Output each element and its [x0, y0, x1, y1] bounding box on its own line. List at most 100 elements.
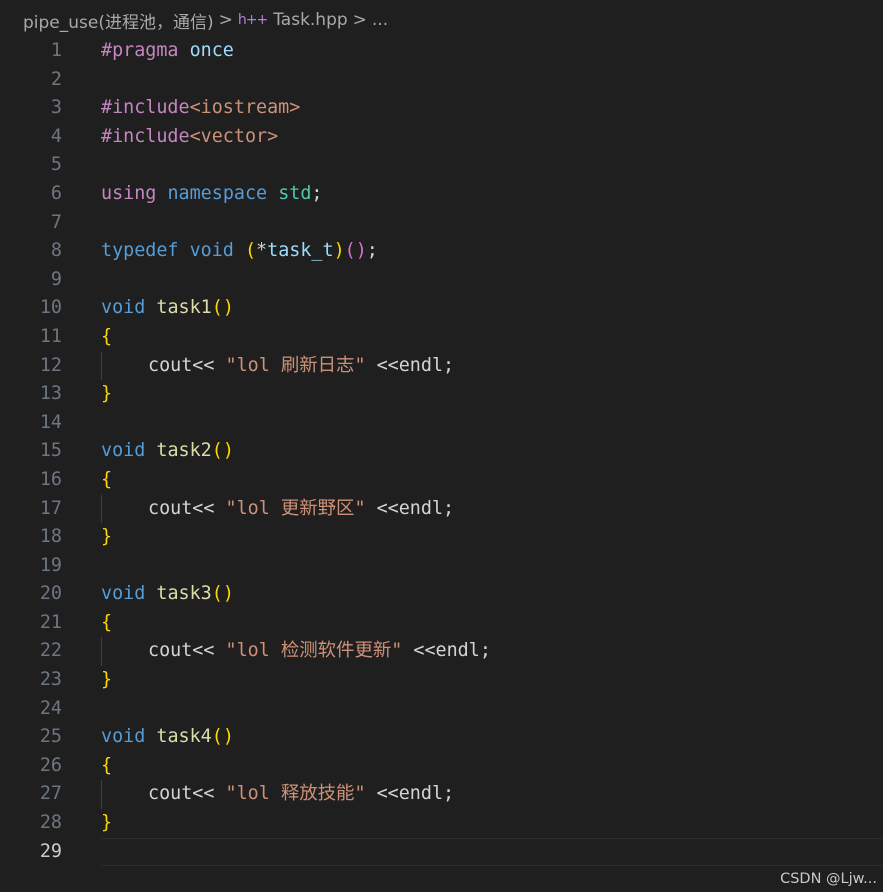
code-text: }: [101, 666, 112, 695]
line-number: 6: [50, 182, 62, 204]
code-token: endl: [398, 354, 444, 376]
line-number: 29: [39, 840, 62, 862]
code-token: (): [211, 726, 234, 748]
code-token: once: [189, 40, 234, 61]
code-token: task_t: [267, 240, 334, 262]
code-token: ;: [366, 240, 378, 262]
code-token: void: [189, 240, 234, 262]
code-token: namespace: [167, 182, 268, 204]
code-token: (: [244, 240, 257, 262]
line-number: 20: [39, 583, 62, 605]
code-text: cout<< "lol 刷新日志" <<endl;: [101, 352, 454, 381]
code-token: ;: [311, 182, 323, 204]
code-text: #include<iostream>: [101, 94, 300, 123]
code-text: }: [101, 380, 112, 409]
code-line[interactable]: 27 cout<< "lol 释放技能" <<endl;: [0, 780, 883, 810]
code-line[interactable]: 6 using namespace std;: [0, 180, 883, 209]
code-token: <<: [192, 497, 226, 519]
code-line[interactable]: 7: [0, 209, 883, 238]
code-line[interactable]: 29: [0, 837, 883, 867]
code-token: void: [101, 440, 146, 462]
code-line[interactable]: 19: [0, 552, 883, 581]
line-number: 19: [39, 554, 62, 576]
code-line[interactable]: 3 #include<iostream>: [0, 94, 883, 123]
code-text: typedef void (*task_t)();: [101, 237, 378, 266]
code-line[interactable]: 5: [0, 151, 883, 180]
code-editor[interactable]: pipe_use(进程池，通信) > h++ Task.hpp > ... 1 #…: [0, 0, 883, 892]
code-line[interactable]: 23}: [0, 666, 883, 695]
code-line[interactable]: 12 cout<< "lol 刷新日志" <<endl;: [0, 351, 883, 381]
code-token: {: [101, 754, 113, 776]
code-token: #include: [101, 125, 190, 147]
code-token: <<: [365, 783, 399, 805]
code-token: "lol 检测软件更新": [225, 640, 403, 662]
code-line[interactable]: 17 cout<< "lol 更新野区" <<endl;: [0, 494, 883, 524]
code-line[interactable]: 1 #pragma once: [0, 37, 883, 66]
code-token: {: [101, 325, 113, 347]
code-line[interactable]: 8 typedef void (*task_t)();: [0, 237, 883, 266]
code-token: task2: [156, 440, 212, 462]
code-token: #include: [101, 97, 190, 119]
code-token: {: [101, 468, 113, 490]
code-line[interactable]: 10 void task1(): [0, 294, 883, 323]
code-text: cout<< "lol 更新野区" <<endl;: [101, 495, 454, 524]
code-line[interactable]: 4 #include<vector>: [0, 123, 883, 152]
line-number: 24: [39, 697, 62, 719]
line-number: 25: [39, 726, 62, 748]
code-token: ): [355, 240, 367, 262]
line-number: 22: [39, 640, 62, 662]
code-text: }: [101, 523, 112, 552]
code-token: cout: [148, 354, 193, 376]
code-text: void task4(): [101, 723, 234, 752]
code-token: }: [101, 383, 113, 405]
code-token: }: [101, 669, 113, 691]
line-number: 3: [50, 97, 62, 119]
code-line[interactable]: 18}: [0, 523, 883, 552]
code-token: <vector>: [189, 125, 279, 147]
code-text: {: [101, 609, 112, 638]
code-line[interactable]: 25 void task4(): [0, 723, 883, 752]
line-number: 2: [50, 68, 62, 90]
code-token: *: [256, 240, 268, 262]
code-area[interactable]: 1 #pragma once 2 3 #include<iostream> 4 #inclu…: [0, 37, 883, 866]
code-token: <<: [192, 783, 226, 805]
code-line[interactable]: 20 void task3(): [0, 580, 883, 609]
code-line[interactable]: 24: [0, 695, 883, 724]
code-token: #pragma: [101, 40, 179, 61]
code-line[interactable]: 2: [0, 66, 883, 95]
cpp-header-file-icon: h++: [237, 12, 268, 28]
code-token: endl: [435, 640, 480, 662]
code-line[interactable]: 13}: [0, 380, 883, 409]
breadcrumb-file[interactable]: Task.hpp: [273, 10, 347, 30]
line-number: 12: [39, 354, 62, 376]
code-text: {: [101, 752, 112, 781]
code-token: <<: [402, 640, 436, 662]
line-number: 23: [39, 669, 62, 691]
line-number: 11: [39, 325, 62, 347]
code-token: void: [101, 726, 146, 748]
code-line[interactable]: 14: [0, 409, 883, 438]
line-number: 28: [39, 812, 62, 834]
code-line[interactable]: 21 {: [0, 609, 883, 638]
breadcrumb-more[interactable]: ...: [372, 10, 388, 30]
code-token: void: [101, 297, 146, 319]
breadcrumb: pipe_use(进程池，通信) > h++ Task.hpp > ...: [0, 0, 883, 40]
code-line[interactable]: 16 {: [0, 466, 883, 495]
code-token: endl: [398, 783, 444, 805]
code-token: cout: [148, 497, 193, 519]
code-line[interactable]: 9: [0, 266, 883, 295]
code-line[interactable]: 28}: [0, 809, 883, 838]
breadcrumb-folder[interactable]: pipe_use(进程池，通信): [23, 8, 214, 33]
code-line[interactable]: 26 {: [0, 752, 883, 781]
code-token: <iostream>: [189, 97, 301, 119]
code-line[interactable]: 15 void task2(): [0, 437, 883, 466]
code-token: <<: [192, 640, 226, 662]
code-line[interactable]: 22 cout<< "lol 检测软件更新" <<endl;: [0, 637, 883, 667]
code-line[interactable]: 11 {: [0, 323, 883, 352]
line-number: 21: [39, 611, 62, 633]
